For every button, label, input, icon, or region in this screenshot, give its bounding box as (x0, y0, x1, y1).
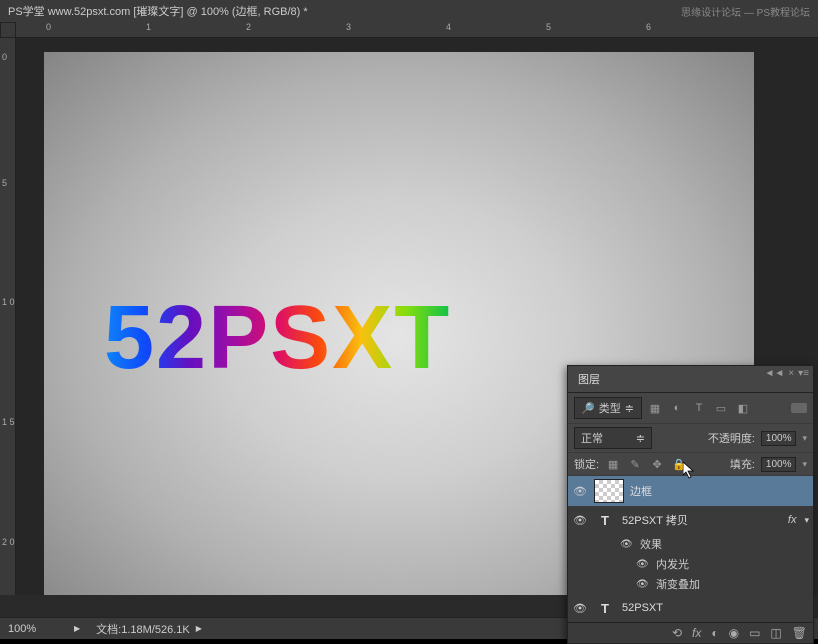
opacity-value[interactable]: 100% (761, 431, 797, 446)
filter-pixel-icon[interactable]: ▦ (646, 402, 664, 415)
lock-label: 锁定: (574, 456, 599, 472)
chevron-down-icon[interactable]: ▾ (802, 433, 807, 444)
document-title: PS学堂 www.52psxt.com [璀璨文字] @ 100% (边框, R… (8, 3, 308, 19)
blend-opacity-row: 正常 ≑ 不透明度: 100% ▾ (568, 424, 813, 453)
ruler-tick: 1 0 (2, 298, 15, 307)
layer-effects-header[interactable]: 👁 效果 (568, 534, 813, 554)
layer-item[interactable]: 👁 T 52PSXT (568, 594, 813, 622)
filter-adjustment-icon[interactable]: ◐ (668, 402, 686, 414)
effects-label: 效果 (640, 536, 662, 552)
zoom-level[interactable]: 100% (8, 623, 68, 635)
filter-label: 类型 (599, 400, 621, 416)
new-layer-icon[interactable]: ◫ (770, 626, 781, 640)
lock-fill-row: 锁定: ▦ ✎ ✥ 🔒 填充: 100% ▾ (568, 453, 813, 476)
visibility-eye-icon[interactable]: 👁 (572, 514, 588, 527)
title-bar: PS学堂 www.52psxt.com [璀璨文字] @ 100% (边框, R… (0, 0, 818, 22)
filter-shape-icon[interactable]: ▭ (712, 402, 730, 415)
layer-name[interactable]: 52PSXT (622, 602, 809, 614)
doc-info[interactable]: 文档:1.18M/526.1K (96, 621, 190, 637)
lock-transparency-icon[interactable]: ▦ (605, 458, 621, 471)
fill-label: 填充: (730, 456, 755, 472)
fx-badge[interactable]: fx (788, 514, 797, 526)
tab-layers[interactable]: 图层 (568, 368, 610, 390)
fill-value[interactable]: 100% (761, 457, 797, 472)
ruler-corner[interactable] (0, 22, 16, 38)
layer-name[interactable]: 52PSXT 拷贝 (622, 512, 782, 528)
panel-tabs: 图层 ◄◄ × ▾≡ (568, 366, 813, 393)
panel-menu-icon[interactable]: ▾≡ (798, 368, 809, 390)
layers-panel-footer: ⟲ fx ◐ ◉ ▭ ◫ 🗑 (568, 622, 813, 643)
adjustment-layer-icon[interactable]: ◉ (729, 626, 739, 640)
ruler-tick: 0 (46, 22, 51, 32)
zoom-menu-icon[interactable]: ▶ (74, 624, 80, 633)
layer-style-icon[interactable]: fx (692, 626, 701, 640)
ruler-horizontal[interactable]: 0 1 2 3 4 5 6 (16, 22, 818, 38)
text-layer-icon: T (594, 601, 616, 616)
lock-all-icon[interactable]: 🔒 (671, 458, 687, 471)
layers-panel: 图层 ◄◄ × ▾≡ 🔎 类型 ≑ ▦ ◐ T ▭ ◧ (567, 365, 814, 644)
text-layer-icon: T (594, 513, 616, 528)
watermark: 思缘设计论坛 — PS教程论坛 (681, 4, 810, 19)
visibility-eye-icon[interactable]: 👁 (620, 539, 634, 550)
visibility-eye-icon[interactable]: 👁 (636, 559, 650, 570)
effect-name: 渐变叠加 (656, 576, 700, 592)
app-window: PS学堂 www.52psxt.com [璀璨文字] @ 100% (边框, R… (0, 0, 818, 639)
layer-item[interactable]: 👁 边框 (568, 476, 813, 506)
layer-name[interactable]: 边框 (630, 483, 809, 499)
layer-effect-item[interactable]: 👁 渐变叠加 (568, 574, 813, 594)
blend-mode-dropdown[interactable]: 正常 ≑ (574, 427, 652, 449)
chevron-down-icon: ≑ (625, 402, 634, 415)
layer-mask-icon[interactable]: ◐ (711, 626, 718, 640)
ruler-tick: 2 (246, 22, 251, 32)
panel-close-icon[interactable]: × (788, 368, 794, 390)
blend-mode-value: 正常 (581, 430, 603, 446)
ruler-tick: 1 (146, 22, 151, 32)
ruler-tick: 1 5 (2, 418, 15, 427)
effect-name: 内发光 (656, 556, 689, 572)
visibility-eye-icon[interactable]: 👁 (572, 602, 588, 615)
ruler-tick: 0 (2, 52, 7, 62)
canvas-text-layer[interactable]: 52PSXT (104, 287, 451, 390)
ruler-tick: 2 0 (2, 538, 15, 547)
ruler-tick: 6 (646, 22, 651, 32)
panel-collapse-icon[interactable]: ◄◄ (765, 368, 785, 390)
layer-filter-row: 🔎 类型 ≑ ▦ ◐ T ▭ ◧ (568, 393, 813, 424)
filter-type-icon[interactable]: T (690, 402, 708, 414)
visibility-eye-icon[interactable]: 👁 (636, 579, 650, 590)
collapse-icon[interactable]: ▾ (804, 515, 809, 526)
ruler-tick: 5 (546, 22, 551, 32)
filter-smart-icon[interactable]: ◧ (734, 402, 752, 415)
chevron-down-icon: ≑ (636, 432, 645, 445)
opacity-label: 不透明度: (708, 430, 755, 446)
lock-position-icon[interactable]: ✥ (649, 458, 665, 471)
layer-item[interactable]: 👁 T 52PSXT 拷贝 fx ▾ (568, 506, 813, 534)
ruler-tick: 5 (2, 178, 7, 188)
main-area: 0 1 2 3 4 5 6 0 5 1 0 1 5 2 0 52PSXT 图层 (0, 22, 818, 617)
link-layers-icon[interactable]: ⟲ (672, 626, 682, 640)
filter-type-dropdown[interactable]: 🔎 类型 ≑ (574, 397, 642, 419)
layer-effect-item[interactable]: 👁 内发光 (568, 554, 813, 574)
layers-list: 👁 边框 👁 T 52PSXT 拷贝 fx ▾ 👁 效果 👁 (568, 476, 813, 622)
filter-toggle[interactable] (791, 403, 807, 413)
lock-pixels-icon[interactable]: ✎ (627, 458, 643, 471)
delete-layer-icon[interactable]: 🗑 (792, 626, 807, 640)
search-icon: 🔎 (581, 402, 595, 415)
docinfo-menu-icon[interactable]: ▶ (196, 624, 202, 633)
ruler-tick: 4 (446, 22, 451, 32)
layer-thumbnail[interactable] (594, 479, 624, 503)
ruler-tick: 3 (346, 22, 351, 32)
visibility-eye-icon[interactable]: 👁 (572, 485, 588, 498)
chevron-down-icon[interactable]: ▾ (802, 459, 807, 470)
group-icon[interactable]: ▭ (749, 626, 760, 640)
ruler-vertical[interactable]: 0 5 1 0 1 5 2 0 (0, 38, 16, 595)
